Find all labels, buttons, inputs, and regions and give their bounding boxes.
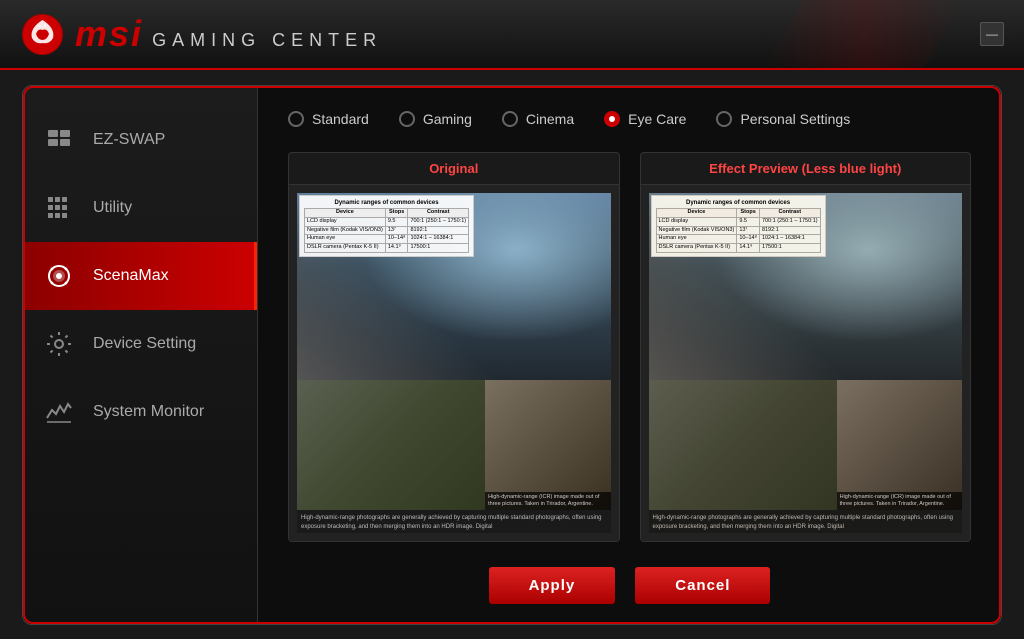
- apply-button[interactable]: Apply: [489, 567, 616, 604]
- action-row: Apply Cancel: [288, 562, 971, 604]
- mode-cinema-label: Cinema: [526, 111, 574, 127]
- img-top-section: Dynamic ranges of common devices Device …: [297, 193, 611, 380]
- ez-swap-icon: [43, 124, 75, 156]
- image-caption: High-dynamic-range (ICR) image made out …: [485, 492, 610, 510]
- img-bottom-left: [297, 380, 485, 510]
- effect-image: Dynamic ranges of common devices Device …: [649, 193, 963, 533]
- cancel-button[interactable]: Cancel: [635, 567, 770, 604]
- mode-standard[interactable]: Standard: [288, 111, 369, 127]
- radio-eye-care[interactable]: [604, 111, 620, 127]
- col-device: Device: [305, 209, 386, 218]
- img-bottom-right: High-dynamic-range (ICR) image made out …: [485, 380, 610, 510]
- scenamax-label: ScenaMax: [93, 267, 169, 285]
- table-title: Dynamic ranges of common devices: [304, 199, 469, 207]
- system-monitor-label: System Monitor: [93, 403, 204, 421]
- msi-dragon-icon: [20, 12, 65, 57]
- mode-eye-care[interactable]: Eye Care: [604, 111, 686, 127]
- table-row: LCD display 9.5 700:1 (250:1 – 1750:1): [656, 218, 820, 227]
- scenamax-icon: [43, 260, 75, 292]
- content-area: Standard Gaming Cinema Eye Care: [258, 86, 1001, 624]
- system-monitor-icon: [43, 396, 75, 428]
- gaming-center-label: GAMING CENTER: [152, 30, 382, 55]
- col-contrast: Contrast: [408, 209, 469, 218]
- preview-row: Original Dynamic ranges of common device…: [288, 152, 971, 542]
- image-caption-effect: High-dynamic-range (ICR) image made out …: [837, 492, 962, 510]
- device-setting-icon: [43, 328, 75, 360]
- preview-header-original: Original: [289, 153, 619, 185]
- device-setting-label: Device Setting: [93, 335, 196, 353]
- radio-standard[interactable]: [288, 111, 304, 127]
- table-row: Human eye 10–14⁸ 1024:1 – 16384:1: [656, 235, 820, 244]
- utility-label: Utility: [93, 199, 132, 217]
- mode-selector: Standard Gaming Cinema Eye Care: [288, 111, 971, 127]
- radio-cinema[interactable]: [502, 111, 518, 127]
- minimize-button[interactable]: —: [980, 22, 1004, 46]
- original-image: Dynamic ranges of common devices Device …: [297, 193, 611, 533]
- utility-icon: [43, 192, 75, 224]
- mode-gaming[interactable]: Gaming: [399, 111, 472, 127]
- radio-inner-dot: [609, 116, 615, 122]
- table-row: Negative film (Kodak VIS/ON3) 13⁷ 8192:1: [656, 226, 820, 235]
- col-stops: Stops: [385, 209, 408, 218]
- img-top-section-effect: Dynamic ranges of common devices Device …: [649, 193, 963, 380]
- mode-personal-settings[interactable]: Personal Settings: [716, 111, 850, 127]
- image-text-caption: High-dynamic-range photographs are gener…: [297, 510, 611, 533]
- image-text-caption-effect: High-dynamic-range photographs are gener…: [649, 510, 963, 533]
- msi-logo-text: msi: [75, 13, 143, 55]
- mode-gaming-label: Gaming: [423, 111, 472, 127]
- mode-eye-care-label: Eye Care: [628, 111, 686, 127]
- logo-area: msi GAMING CENTER: [20, 12, 382, 57]
- img-bottom-right-effect: High-dynamic-range (ICR) image made out …: [837, 380, 962, 510]
- img-bottom-left-effect: [649, 380, 837, 510]
- app-header: msi GAMING CENTER —: [0, 0, 1024, 70]
- ez-swap-label: EZ-SWAP: [93, 131, 165, 149]
- sidebar: EZ-SWAP Utility: [23, 86, 258, 624]
- table-row: DSLR camera (Pentax K-5 II) 14.1⁹ 17500:…: [305, 244, 469, 253]
- sidebar-item-scenamax[interactable]: ScenaMax: [23, 242, 257, 310]
- image-table-overlay: Dynamic ranges of common devices Device …: [299, 195, 474, 257]
- sidebar-item-system-monitor[interactable]: System Monitor: [23, 378, 257, 446]
- img-bottom-section: High-dynamic-range (ICR) image made out …: [297, 380, 611, 510]
- sidebar-item-utility[interactable]: Utility: [23, 174, 257, 242]
- table-title-effect: Dynamic ranges of common devices: [656, 199, 821, 207]
- sidebar-item-device-setting[interactable]: Device Setting: [23, 310, 257, 378]
- mode-personal-settings-label: Personal Settings: [740, 111, 850, 127]
- preview-panel-effect: Effect Preview (Less blue light) Dynamic…: [640, 152, 972, 542]
- table-row: LCD display 9.5 700:1 (250:1 – 1750:1): [305, 218, 469, 227]
- radio-personal-settings[interactable]: [716, 111, 732, 127]
- img-bottom-section-effect: High-dynamic-range (ICR) image made out …: [649, 380, 963, 510]
- preview-image-effect: Dynamic ranges of common devices Device …: [641, 185, 971, 541]
- preview-panel-original: Original Dynamic ranges of common device…: [288, 152, 620, 542]
- main-container: EZ-SWAP Utility: [22, 85, 1002, 625]
- dynamic-range-table: Device Stops Contrast LCD display 9.5 70…: [304, 208, 469, 252]
- preview-image-original: Dynamic ranges of common devices Device …: [289, 185, 619, 541]
- preview-header-effect: Effect Preview (Less blue light): [641, 153, 971, 185]
- radio-gaming[interactable]: [399, 111, 415, 127]
- table-row: Human eye 10–14⁸ 1024:1 – 16384:1: [305, 235, 469, 244]
- image-table-overlay-effect: Dynamic ranges of common devices Device …: [651, 195, 826, 257]
- sidebar-item-ez-swap[interactable]: EZ-SWAP: [23, 106, 257, 174]
- table-row: Negative film (Kodak VIS/ON3) 13⁷ 8192:1: [305, 226, 469, 235]
- dynamic-range-table-effect: Device Stops Contrast LCD display 9.5 70…: [656, 208, 821, 252]
- mode-standard-label: Standard: [312, 111, 369, 127]
- header-decoration: [764, 0, 964, 68]
- mode-cinema[interactable]: Cinema: [502, 111, 574, 127]
- table-row: DSLR camera (Pentax K-5 II) 14.1⁹ 17500:…: [656, 244, 820, 253]
